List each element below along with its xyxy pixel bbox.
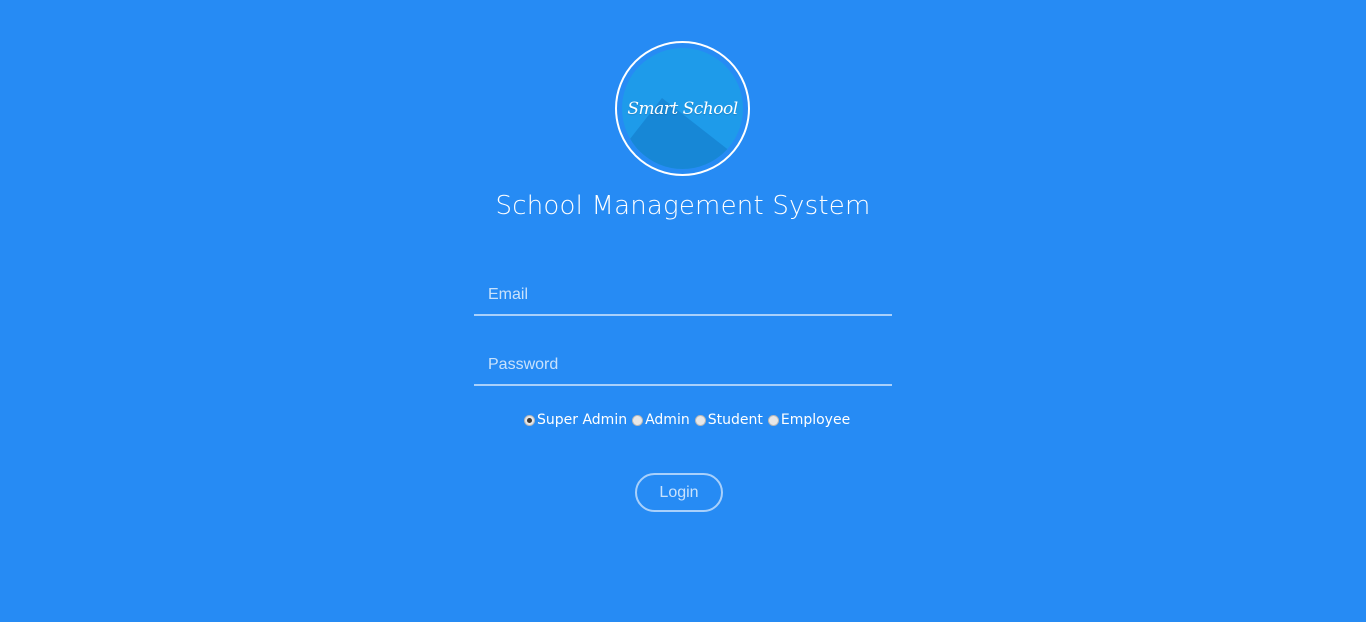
role-option-admin[interactable]: Admin <box>632 412 690 428</box>
password-input[interactable] <box>474 346 892 384</box>
role-option-super-admin[interactable]: Super Admin <box>524 412 627 428</box>
email-input[interactable] <box>474 276 892 314</box>
radio-super-admin[interactable] <box>524 414 535 426</box>
role-label-admin: Admin <box>645 412 690 428</box>
radio-employee[interactable] <box>767 414 779 426</box>
email-field-wrapper <box>474 276 892 316</box>
radio-admin[interactable] <box>632 414 644 426</box>
role-option-employee[interactable]: Employee <box>767 412 851 428</box>
smart-school-logo: Smart School <box>615 41 750 176</box>
role-option-student[interactable]: Student <box>694 412 763 428</box>
password-field-wrapper <box>474 346 892 386</box>
login-page: Smart School School Management System Su… <box>0 0 1366 622</box>
logo-text: Smart School <box>627 98 738 119</box>
role-selector: Super Admin Admin Student Employee <box>524 410 855 430</box>
role-label-student: Student <box>707 412 763 428</box>
role-label-super-admin: Super Admin <box>537 412 628 428</box>
login-button[interactable]: Login <box>635 473 723 512</box>
radio-student[interactable] <box>694 414 706 426</box>
role-label-employee: Employee <box>780 412 851 428</box>
page-title: School Management System <box>495 191 871 221</box>
logo-badge: Smart School <box>622 48 743 169</box>
